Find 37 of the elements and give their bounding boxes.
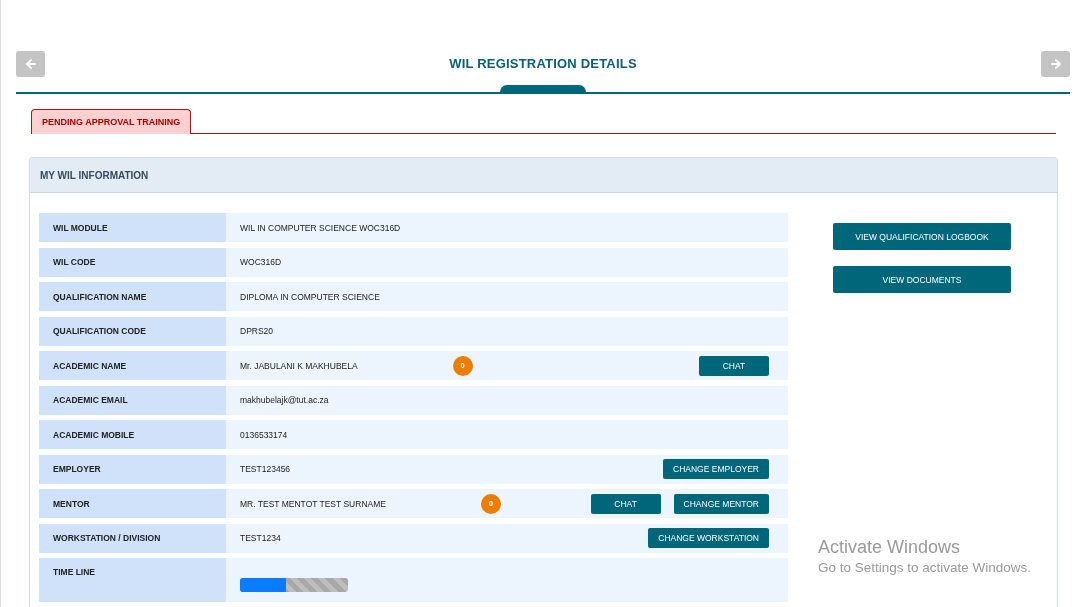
tab[interactable]: PENDING APPROVAL TRAINING [31, 109, 192, 134]
field-label: QUALIFICATION CODE [39, 316, 226, 346]
action-button[interactable]: CHANGE EMPLOYER [663, 459, 769, 479]
field-label: EMPLOYER [39, 454, 226, 484]
value-text: DIPLOMA IN COMPUTER SCIENCE [240, 291, 380, 302]
value-text: TEST1234 [240, 533, 281, 543]
left-arrow-icon [24, 57, 37, 70]
right-arrow-icon [1049, 57, 1062, 70]
action-button[interactable]: CHAT [590, 493, 661, 514]
field-label: TIME LINE [39, 558, 226, 602]
value-text: TEST123456 [240, 464, 291, 474]
action-button[interactable]: CHANGE MENTOR [673, 493, 769, 514]
field-label: WIL MODULE [39, 213, 226, 242]
value-text: DPRS20 [240, 326, 274, 336]
card-title: MY WIL INFORMATION [40, 169, 149, 181]
field-label: WORKSTATION / DIVISION [39, 523, 226, 553]
action-button[interactable]: CHAT [699, 355, 769, 376]
activation-text: Go to Settings to activate Windows. [818, 560, 1032, 575]
value-text: makhubelajk@tut.ac.za [240, 395, 329, 405]
value-text: WIL IN COMPUTER SCIENCE WOC316D [240, 222, 401, 233]
field-label: ACADEMIC MOBILE [39, 420, 226, 449]
forward-button[interactable] [1041, 50, 1070, 77]
back-button[interactable] [16, 50, 45, 77]
side-button[interactable]: VIEW DOCUMENTS [833, 266, 1011, 293]
field-label: ACADEMIC EMAIL [39, 385, 226, 415]
activation-title: Activate Windows [818, 537, 962, 558]
field-label: WIL CODE [39, 247, 226, 277]
field-label: QUALIFICATION NAME [39, 282, 226, 311]
value-text: Mr. JABULANI K MAKHUBELA [240, 360, 358, 371]
field-label: MENTOR [39, 489, 226, 518]
side-button[interactable]: VIEW QUALIFICATION LOGBOOK [833, 223, 1011, 250]
action-button[interactable]: CHANGE WORKSTATION [648, 528, 769, 548]
value-text: WOC316D [240, 257, 282, 267]
page-title: WIL REGISTRATION DETAILS [449, 56, 637, 71]
value-text: 0136533174 [240, 429, 288, 440]
field-label: ACADEMIC NAME [39, 351, 226, 380]
value-text: MR. TEST MENTOT TEST SURNAME [240, 498, 386, 509]
